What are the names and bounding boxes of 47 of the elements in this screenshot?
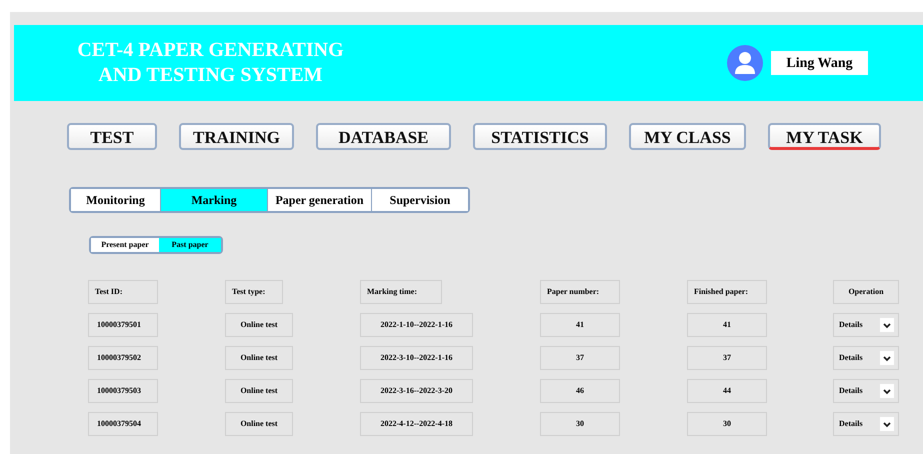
- column-header: Test ID:: [88, 280, 158, 304]
- table-cell: 2022-3-16--2022-3-20: [360, 379, 473, 403]
- details-dropdown[interactable]: Details: [833, 412, 899, 436]
- app-title-line: AND TESTING SYSTEM: [98, 63, 323, 88]
- table-cell: 41: [540, 313, 620, 337]
- nav-button[interactable]: MY TASK: [768, 123, 881, 150]
- column-header: Marking time:: [360, 280, 442, 304]
- column-header: Operation: [833, 280, 899, 304]
- table-cell: 2022-4-12--2022-4-18: [360, 412, 473, 436]
- table-cell: 37: [540, 346, 620, 370]
- table-cell: 37: [687, 346, 767, 370]
- table-cell: 10000379504: [88, 412, 158, 436]
- chevron-down-icon: [880, 384, 894, 398]
- table-cell: 10000379502: [88, 346, 158, 370]
- chevron-down-icon: [880, 417, 894, 431]
- table-cell: 41: [687, 313, 767, 337]
- chevron-down-icon: [880, 351, 894, 365]
- paper-toggle[interactable]: Past paper: [159, 238, 221, 252]
- table-cell: 2022-3-10--2022-1-16: [360, 346, 473, 370]
- sub-tab[interactable]: Supervision: [371, 189, 468, 211]
- nav-button[interactable]: TRAINING: [179, 123, 294, 150]
- nav-button[interactable]: STATISTICS: [473, 123, 607, 150]
- app-title-line: CET-4 PAPER GENERATING: [77, 38, 344, 63]
- details-dropdown[interactable]: Details: [833, 346, 899, 370]
- table-cell: 2022-1-10--2022-1-16: [360, 313, 473, 337]
- nav-button[interactable]: MY CLASS: [629, 123, 746, 150]
- table-cell: Online test: [225, 412, 293, 436]
- column-header: Finished paper:: [687, 280, 767, 304]
- details-dropdown[interactable]: Details: [833, 313, 899, 337]
- table-cell: Online test: [225, 379, 293, 403]
- table-cell: 44: [687, 379, 767, 403]
- table-cell: 10000379503: [88, 379, 158, 403]
- table-cell: 10000379501: [88, 313, 158, 337]
- user-avatar-icon[interactable]: [727, 45, 763, 81]
- column-header: Paper number:: [540, 280, 620, 304]
- table-cell: Online test: [225, 313, 293, 337]
- table-cell: Online test: [225, 346, 293, 370]
- nav-button[interactable]: TEST: [67, 123, 157, 150]
- user-name: Ling Wang: [771, 51, 868, 75]
- table-cell: 30: [540, 412, 620, 436]
- details-dropdown[interactable]: Details: [833, 379, 899, 403]
- sub-tab[interactable]: Marking: [160, 189, 267, 211]
- nav-button[interactable]: DATABASE: [316, 123, 451, 150]
- table-cell: 30: [687, 412, 767, 436]
- chevron-down-icon: [880, 318, 894, 332]
- column-header: Test type:: [225, 280, 283, 304]
- table-cell: 46: [540, 379, 620, 403]
